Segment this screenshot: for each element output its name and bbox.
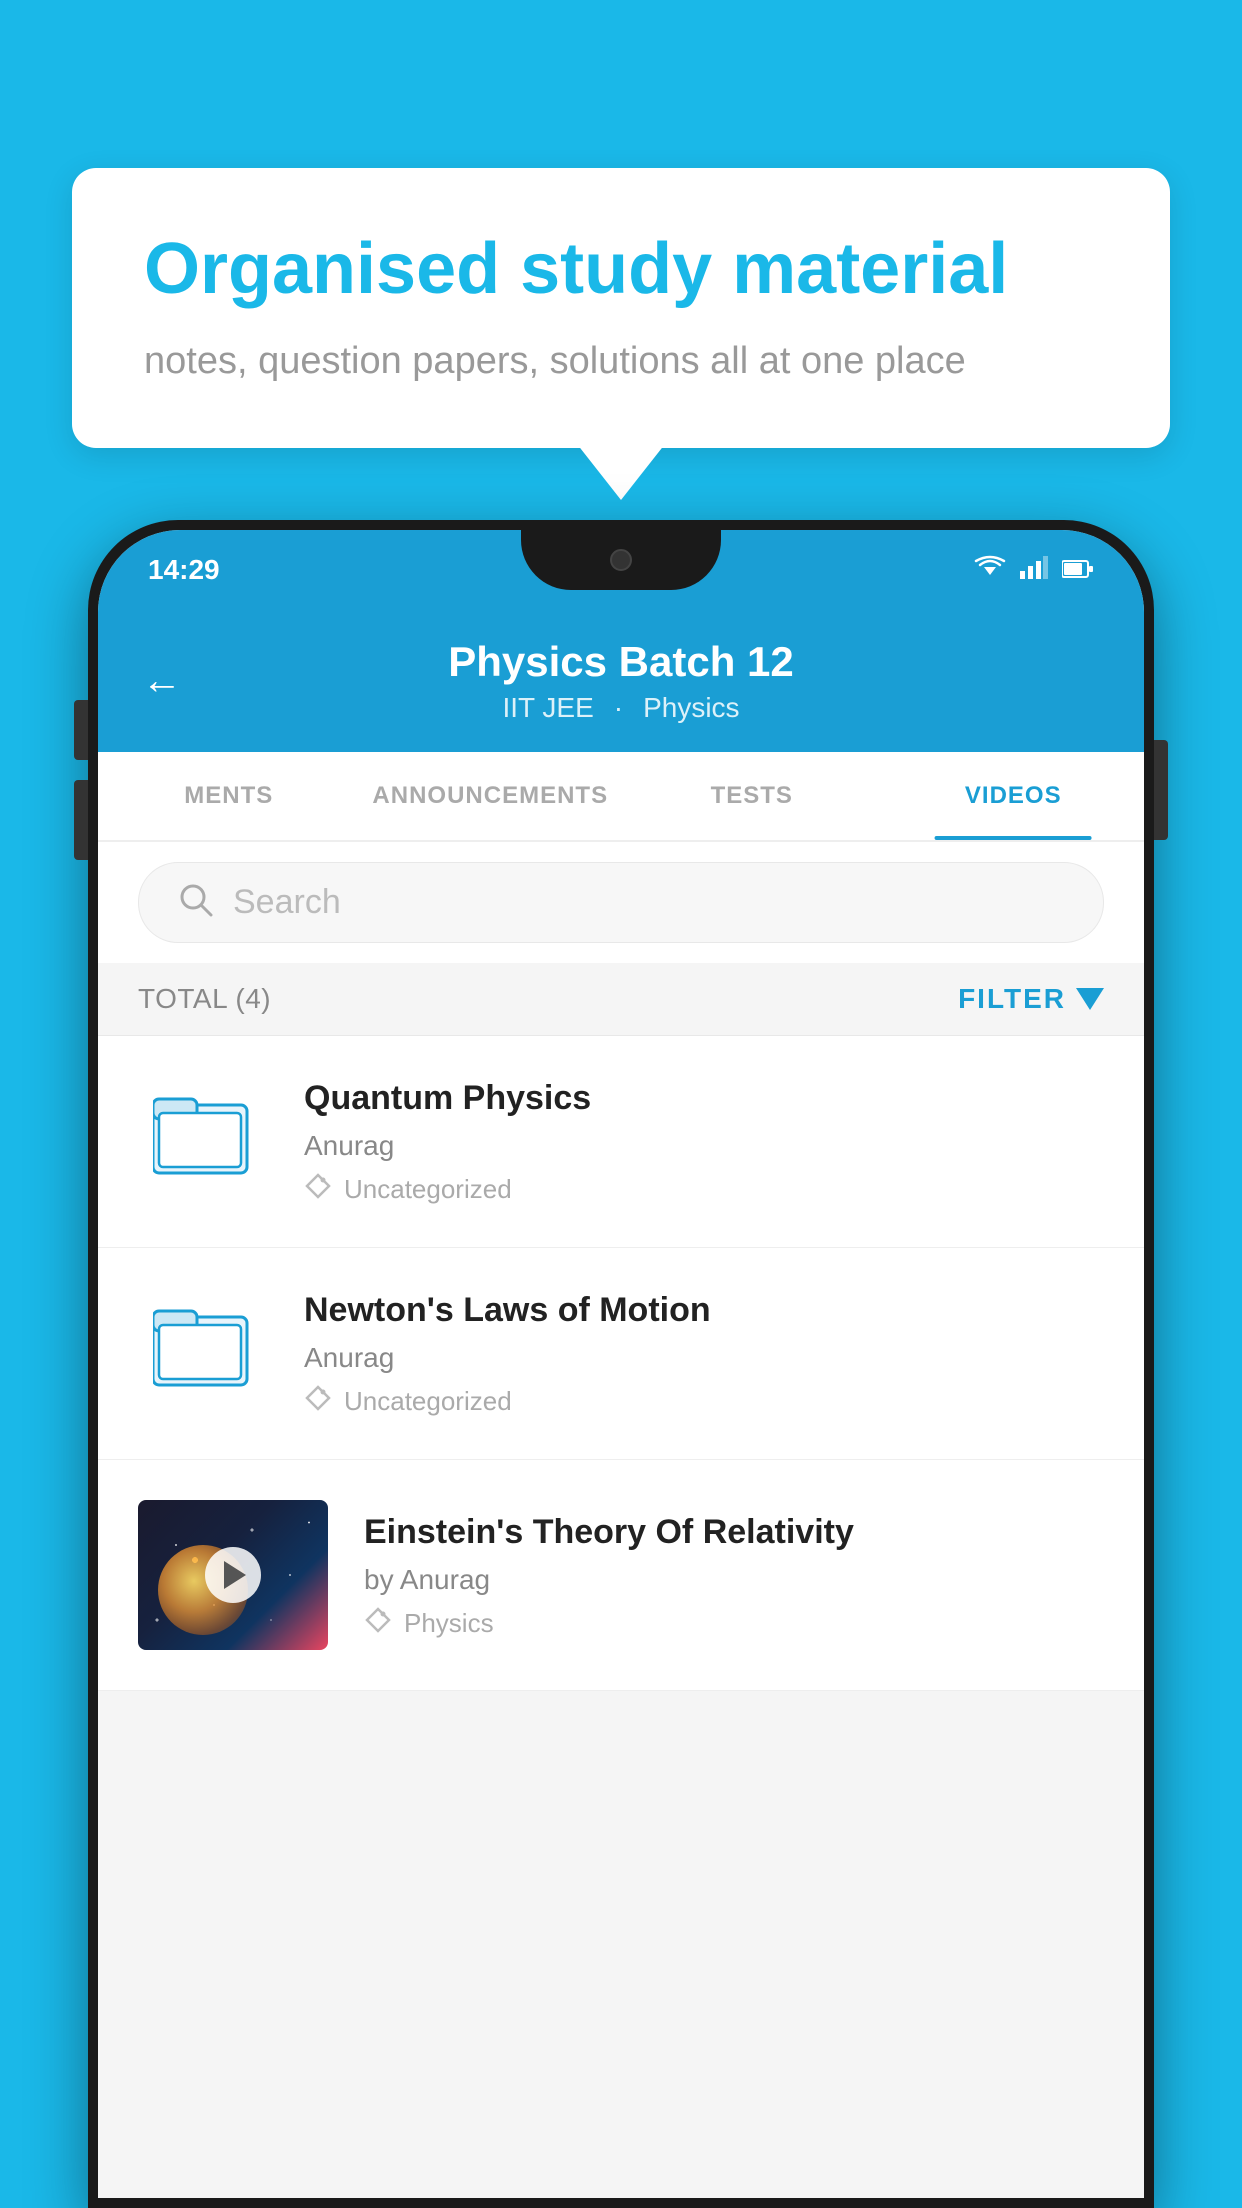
play-button-3[interactable] [205, 1547, 261, 1603]
tabs-bar: MENTS ANNOUNCEMENTS TESTS VIDEOS [98, 752, 1144, 842]
status-bar: 14:29 [98, 530, 1144, 610]
status-icons [974, 555, 1094, 586]
video-author-1: Anurag [304, 1130, 1104, 1162]
video-list: Quantum Physics Anurag Uncategorized [98, 1036, 1144, 1691]
video-tag-1: Uncategorized [304, 1172, 1104, 1207]
tag-icon-2 [304, 1384, 332, 1419]
video-title-3: Einstein's Theory Of Relativity [364, 1510, 1104, 1554]
tag-icon-3 [364, 1606, 392, 1641]
video-item-1[interactable]: Quantum Physics Anurag Uncategorized [98, 1036, 1144, 1248]
video-title-1: Quantum Physics [304, 1076, 1104, 1120]
subtitle-iitjee: IIT JEE [502, 692, 593, 724]
wifi-icon [974, 555, 1006, 586]
video-info-3: Einstein's Theory Of Relativity by Anura… [364, 1510, 1104, 1641]
subtitle-sep: · [614, 692, 623, 724]
video-info-1: Quantum Physics Anurag Uncategorized [304, 1076, 1104, 1207]
volume-down-button [74, 780, 88, 860]
video-thumbnail-3 [138, 1500, 328, 1650]
power-button [1154, 740, 1168, 840]
phone-notch [521, 530, 721, 590]
video-item-2[interactable]: Newton's Laws of Motion Anurag Uncategor… [98, 1248, 1144, 1460]
video-thumbnail-1 [138, 1076, 268, 1186]
search-bar-container: Search [98, 842, 1144, 963]
video-author-2: Anurag [304, 1342, 1104, 1374]
volume-up-button [74, 700, 88, 760]
tag-icon-1 [304, 1172, 332, 1207]
filter-icon [1076, 988, 1104, 1010]
video-thumbnail-2 [138, 1288, 268, 1398]
total-count: TOTAL (4) [138, 983, 271, 1015]
status-time: 14:29 [148, 554, 220, 586]
tab-videos[interactable]: VIDEOS [883, 752, 1145, 840]
subtitle-physics: Physics [643, 692, 739, 724]
search-input-placeholder: Search [233, 883, 341, 922]
video-tag-3: Physics [364, 1606, 1104, 1641]
filter-bar: TOTAL (4) FILTER [98, 963, 1144, 1036]
video-author-3: by Anurag [364, 1564, 1104, 1596]
tab-ments[interactable]: MENTS [98, 752, 360, 840]
tab-announcements[interactable]: ANNOUNCEMENTS [360, 752, 622, 840]
speech-bubble: Organised study material notes, question… [72, 168, 1170, 448]
video-item-3[interactable]: Einstein's Theory Of Relativity by Anura… [98, 1460, 1144, 1691]
phone-frame: 14:29 [88, 520, 1154, 2208]
phone-screen: 14:29 [98, 530, 1144, 2198]
search-bar[interactable]: Search [138, 862, 1104, 943]
app-header: ← Physics Batch 12 IIT JEE · Physics [98, 610, 1144, 752]
signal-icon [1020, 555, 1048, 586]
bubble-title: Organised study material [144, 228, 1098, 311]
video-info-2: Newton's Laws of Motion Anurag Uncategor… [304, 1288, 1104, 1419]
back-button[interactable]: ← [142, 659, 182, 704]
video-tag-2: Uncategorized [304, 1384, 1104, 1419]
battery-icon [1062, 555, 1094, 586]
header-subtitle: IIT JEE · Physics [502, 692, 739, 724]
batch-title: Physics Batch 12 [448, 638, 794, 686]
video-title-2: Newton's Laws of Motion [304, 1288, 1104, 1332]
front-camera [610, 549, 632, 571]
bubble-subtitle: notes, question papers, solutions all at… [144, 335, 1098, 388]
play-icon [224, 1561, 246, 1589]
tab-tests[interactable]: TESTS [621, 752, 883, 840]
search-icon [179, 883, 213, 922]
filter-button[interactable]: FILTER [958, 983, 1104, 1015]
